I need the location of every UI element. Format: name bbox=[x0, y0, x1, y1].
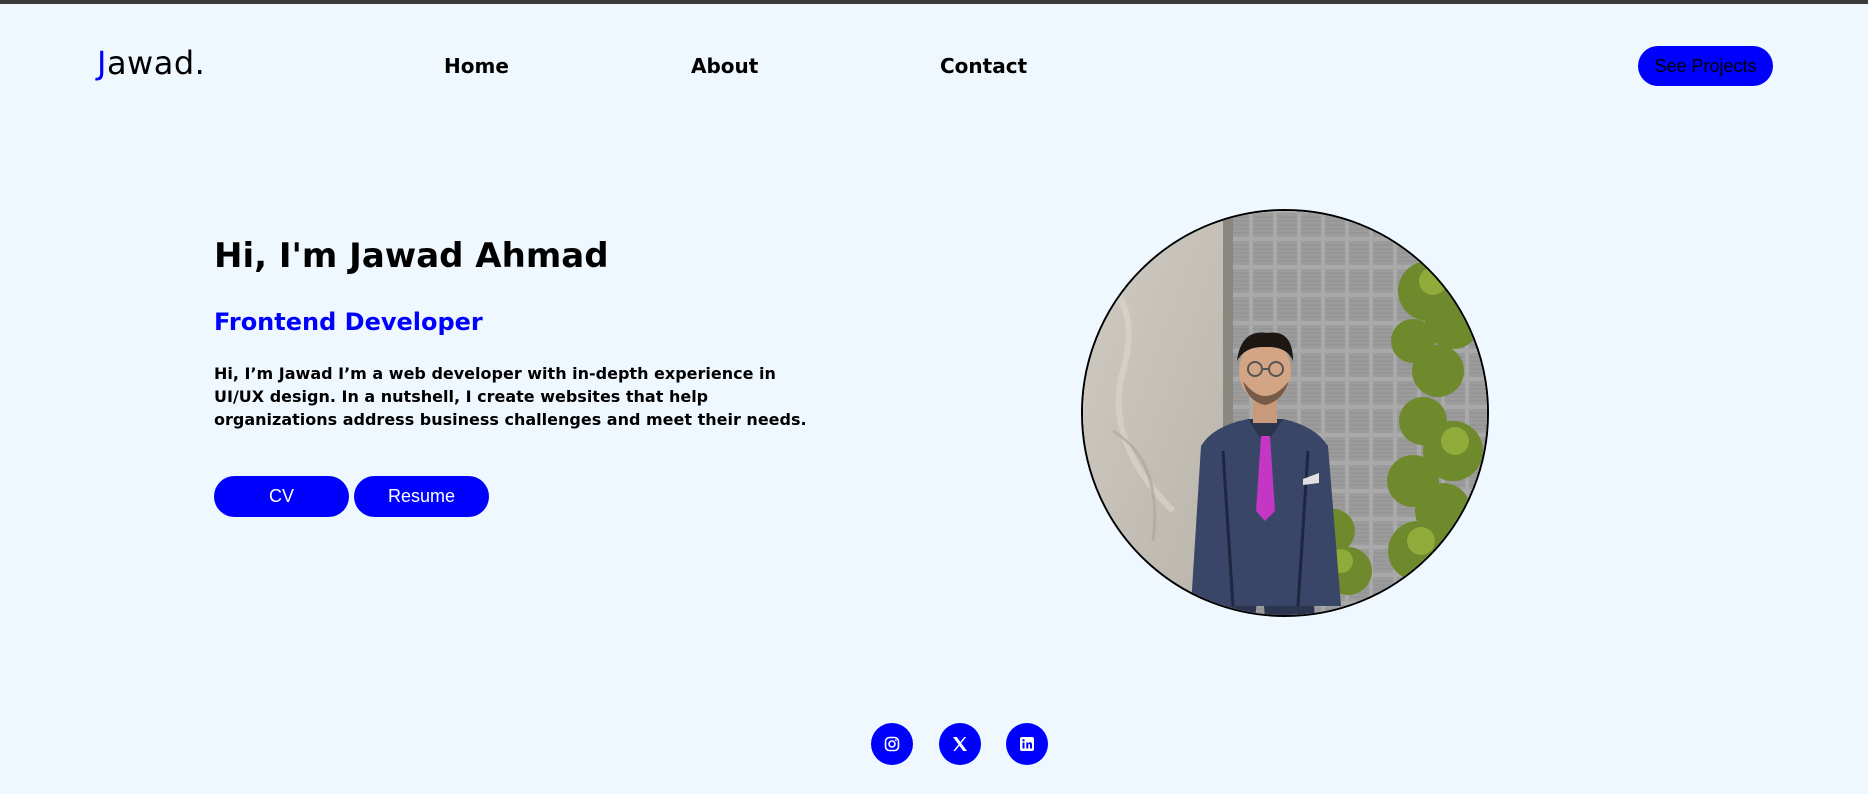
window-top-border bbox=[0, 0, 1868, 4]
linkedin-icon bbox=[1020, 737, 1034, 751]
hero-title: Hi, I'm Jawad Ahmad bbox=[214, 236, 609, 276]
hero-bio: Hi, I’m Jawad I’m a web developer with i… bbox=[214, 364, 807, 429]
see-projects-button[interactable]: See Projects bbox=[1638, 46, 1773, 86]
nav-link-contact[interactable]: Contact bbox=[940, 54, 1027, 78]
profile-photo bbox=[1081, 209, 1489, 617]
x-twitter-button[interactable] bbox=[939, 723, 981, 765]
nav-link-home[interactable]: Home bbox=[444, 54, 509, 78]
linkedin-button[interactable] bbox=[1006, 723, 1048, 765]
instagram-icon bbox=[884, 736, 900, 752]
instagram-button[interactable] bbox=[871, 723, 913, 765]
logo-text: awad. bbox=[106, 44, 206, 82]
profile-photo-illustration bbox=[1083, 211, 1487, 615]
resume-button[interactable]: Resume bbox=[354, 476, 489, 517]
x-twitter-icon bbox=[953, 737, 967, 751]
nav-link-about[interactable]: About bbox=[691, 54, 758, 78]
site-logo[interactable]: Jawad. bbox=[97, 44, 205, 82]
cv-button[interactable]: CV bbox=[214, 476, 349, 517]
hero-role: Frontend Developer bbox=[214, 308, 483, 336]
logo-initial: J bbox=[97, 44, 107, 82]
